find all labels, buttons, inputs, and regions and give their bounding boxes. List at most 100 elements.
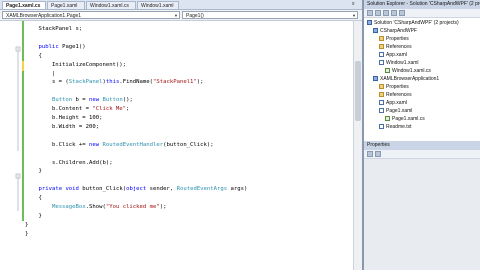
file-icon (379, 100, 384, 106)
code-token: "Click Me" (92, 106, 127, 113)
scrollbar-thumb[interactable] (355, 61, 361, 121)
code-token: } (25, 212, 42, 219)
code-line: public Page1() (25, 43, 86, 51)
code-token: MessageBox (51, 204, 86, 210)
tree-item[interactable]: App.xaml (379, 52, 407, 59)
member-combo[interactable]: Page1() ▼ (182, 11, 358, 19)
code-token: ); (196, 79, 204, 86)
code-line: } (25, 167, 42, 175)
code-token: "StackPanel1" (153, 79, 197, 86)
code-token: Button (51, 97, 73, 104)
code-token: { (25, 195, 42, 202)
tree-item[interactable]: App.xaml (379, 100, 407, 107)
code-token: RoutedEventHandler (102, 141, 164, 148)
close-document-icon[interactable]: x (352, 1, 355, 8)
folder-icon (379, 44, 384, 50)
code-token: Page1() (58, 43, 86, 50)
code-editor[interactable]: StackPanel s; public Page1() { Initializ… (0, 21, 353, 270)
code-token: b.Click += (25, 141, 89, 148)
code-line: { (25, 52, 41, 60)
code-token: ); (159, 204, 167, 210)
code-token: InitializeComponent(); (25, 61, 127, 68)
properties-toolbar (364, 150, 480, 159)
properties-panel: Properties (364, 141, 480, 270)
view-code-icon[interactable] (391, 10, 397, 16)
tree-item-label: References (386, 92, 412, 98)
code-line: MessageBox.Show("You clicked me"); (25, 203, 167, 211)
code-line: { (25, 194, 42, 202)
properties-title: Properties (364, 141, 480, 150)
tab-page1-xaml-cs[interactable]: Page1.xaml.cs (2, 1, 46, 9)
code-token: (button_Click); (163, 141, 214, 148)
tree-item-label: CSharpAndWPF (380, 28, 417, 34)
folder-icon (379, 84, 384, 90)
code-token: b.Height = 100; (25, 115, 103, 121)
tree-item[interactable]: CSharpAndWPF (373, 28, 417, 35)
tree-item[interactable]: Page1.xaml (379, 108, 412, 115)
code-line: s.Children.Add(b); (25, 159, 113, 167)
code-line: b.Click += new RoutedEventHandler(button… (25, 141, 214, 149)
tab-window1-xaml-cs[interactable]: Window1.xaml.cs (86, 1, 136, 9)
code-token: .Show( (85, 204, 106, 210)
file-icon (385, 68, 390, 74)
tree-item[interactable]: References (379, 92, 412, 99)
alphabetical-icon[interactable] (375, 151, 381, 157)
project-icon (373, 76, 378, 82)
code-token: } (25, 168, 42, 175)
tab-window1-xaml[interactable]: Window1.xaml (137, 1, 179, 9)
code-token: new (89, 141, 100, 148)
tree-item-label: Page1.xaml.cs (392, 116, 425, 122)
tree-item-label: References (386, 44, 412, 50)
code-line: s = (StackPanel)this.FindName("StackPane… (25, 78, 204, 86)
code-token: "You clicked me" (105, 204, 160, 210)
code-line: | (25, 70, 55, 78)
code-token: this (105, 79, 120, 86)
tree-item[interactable]: XAMLBrowserApplication1 (373, 76, 439, 83)
code-navigation-bar: XAMLBrowserApplication1.Page1 ▼ Page1() … (0, 10, 362, 21)
tree-item-label: Solution 'CSharpAndWPF' (2 projects) (374, 20, 459, 26)
tree-item[interactable]: Window1.xaml.cs (385, 68, 431, 75)
tree-item[interactable]: Solution 'CSharpAndWPF' (2 projects) (367, 20, 459, 27)
code-line: private void button_Click(object sender,… (25, 185, 247, 193)
tree-item[interactable]: References (379, 44, 412, 51)
tree-item[interactable]: Properties (379, 84, 409, 91)
code-token: RoutedEventArgs (176, 186, 228, 193)
code-line: } (25, 230, 28, 238)
chevron-down-icon: ▼ (352, 13, 356, 18)
code-token: b.Content = (25, 106, 93, 113)
show-all-files-icon[interactable] (375, 10, 381, 16)
project-icon (367, 20, 372, 26)
tree-item-label: Properties (386, 84, 409, 90)
code-line: InitializeComponent(); (25, 61, 126, 69)
code-token: private (38, 186, 63, 193)
properties-icon[interactable] (367, 10, 373, 16)
type-combo-value: XAMLBrowserApplication1.Page1 (6, 13, 82, 19)
view-designer-icon[interactable] (399, 10, 405, 16)
file-icon (379, 124, 384, 130)
code-token: void (65, 186, 79, 193)
code-line: } (25, 221, 28, 229)
tree-item[interactable]: Window1.xaml (379, 60, 419, 67)
folder-icon (379, 36, 384, 42)
tree-item[interactable]: Page1.xaml.cs (385, 116, 425, 123)
categorized-icon[interactable] (367, 151, 373, 157)
code-token: | (25, 70, 56, 77)
code-token: (); (122, 97, 133, 104)
code-token: } (25, 230, 29, 237)
code-token: b = (72, 97, 90, 104)
code-token: ; (126, 106, 130, 113)
code-token: Button (102, 97, 123, 104)
tree-item-label: XAMLBrowserApplication1 (380, 76, 440, 82)
type-combo[interactable]: XAMLBrowserApplication1.Page1 ▼ (2, 11, 180, 19)
refresh-icon[interactable] (383, 10, 389, 16)
tree-item[interactable]: Readme.txt (379, 124, 412, 131)
code-token: s = ( (25, 79, 69, 86)
tree-item[interactable]: Properties (379, 36, 409, 43)
code-token: b.Width = 200; (25, 123, 100, 130)
tab-page1-xaml[interactable]: Page1.xaml (47, 1, 85, 9)
solution-explorer-panel: Solution Explorer - Solution 'CSharpAndW… (364, 0, 480, 140)
